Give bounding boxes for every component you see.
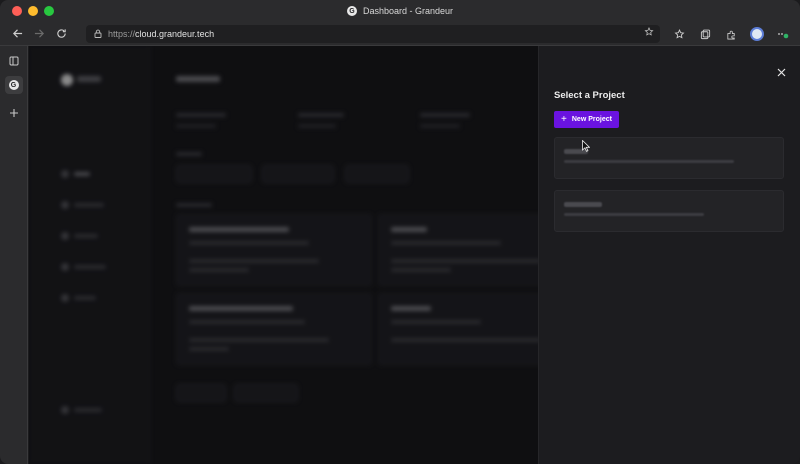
project-description-placeholder xyxy=(564,213,704,216)
favorites-button[interactable] xyxy=(668,23,690,45)
window-title: G Dashboard - Grandeur xyxy=(346,6,454,16)
extensions-button[interactable] xyxy=(720,23,742,45)
profile-avatar xyxy=(750,27,764,41)
close-window-button[interactable] xyxy=(12,6,22,16)
add-favorite-icon[interactable] xyxy=(644,27,654,40)
reload-icon xyxy=(56,29,66,38)
arrow-right-icon xyxy=(34,29,44,38)
more-menu-button[interactable] xyxy=(772,23,794,45)
collections-icon xyxy=(700,29,710,39)
window-title-text: Dashboard - Grandeur xyxy=(362,6,454,16)
select-project-drawer: Select a Project + New Project xyxy=(538,46,800,464)
modal-scrim[interactable] xyxy=(29,46,538,464)
favorites-star-icon xyxy=(674,28,684,39)
profile-button[interactable] xyxy=(746,23,768,45)
drawer-title: Select a Project xyxy=(554,90,625,101)
browser-toolbar: https://cloud.grandeur.tech xyxy=(0,22,800,46)
new-project-button[interactable]: + New Project xyxy=(554,111,619,128)
collections-button[interactable] xyxy=(694,23,716,45)
url-text: https://cloud.grandeur.tech xyxy=(108,29,214,39)
url-host: cloud.grandeur.tech xyxy=(135,29,215,39)
forward-button[interactable] xyxy=(28,23,50,45)
vertical-tab-strip: G xyxy=(0,46,28,464)
new-project-label: New Project xyxy=(571,116,612,123)
back-button[interactable] xyxy=(6,23,28,45)
url-protocol: https:// xyxy=(108,29,136,39)
dashboard-page-blurred xyxy=(29,46,538,464)
close-icon xyxy=(777,68,786,77)
plus-icon: + xyxy=(561,113,567,125)
title-bar: G Dashboard - Grandeur xyxy=(0,0,800,22)
reload-button[interactable] xyxy=(50,23,72,45)
new-tab-button[interactable] xyxy=(5,104,23,122)
arrow-left-icon xyxy=(12,29,22,38)
extensions-icon xyxy=(726,30,735,39)
more-dots-icon xyxy=(778,32,789,38)
address-bar[interactable]: https://cloud.grandeur.tech xyxy=(86,25,660,43)
tab-sidebar-toggle[interactable] xyxy=(5,52,23,70)
sidebar-toggle-icon xyxy=(9,56,18,66)
plus-icon xyxy=(9,109,18,117)
tab-grandeur[interactable]: G xyxy=(4,76,23,94)
browser-window: G Dashboard - Grandeur https://cloud.gra… xyxy=(0,0,800,464)
traffic-lights xyxy=(12,6,54,16)
project-card-2[interactable] xyxy=(554,190,784,232)
project-description-placeholder xyxy=(564,160,734,163)
lock-icon xyxy=(94,29,102,40)
zoom-window-button[interactable] xyxy=(44,6,54,16)
grandeur-favicon-icon: G xyxy=(8,80,19,90)
close-drawer-button[interactable] xyxy=(777,66,786,80)
site-favicon-icon: G xyxy=(346,6,357,16)
minimize-window-button[interactable] xyxy=(28,6,38,16)
project-name-placeholder xyxy=(564,202,602,207)
toolbar-right xyxy=(668,23,794,45)
